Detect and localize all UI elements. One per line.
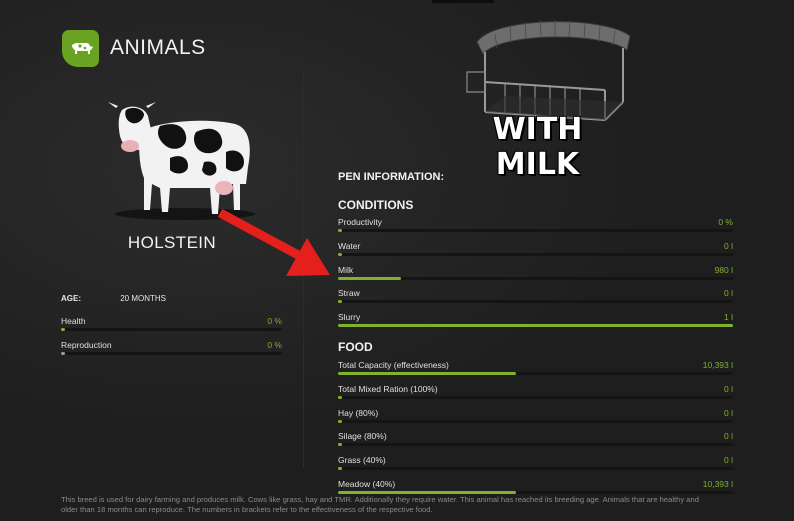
health-stat: Health 0 % bbox=[61, 316, 282, 340]
stat-label: Total Mixed Ration (100%) bbox=[338, 383, 438, 394]
stat-value: 0 % bbox=[718, 217, 733, 227]
stat-value: 0 l bbox=[724, 455, 733, 466]
progress-track bbox=[338, 395, 733, 399]
age-value: 20 MONTHS bbox=[120, 294, 167, 303]
progress-track bbox=[338, 229, 733, 232]
stat-value: 10,393 l bbox=[702, 478, 733, 489]
food-heading: FOOD bbox=[338, 340, 373, 354]
progress-fill bbox=[338, 443, 342, 447]
stat-value: 0 l bbox=[724, 240, 733, 251]
stat-value: 1 l bbox=[724, 312, 733, 323]
progress-fill bbox=[338, 490, 516, 494]
stat-label: Straw bbox=[338, 288, 360, 299]
progress-track bbox=[61, 328, 282, 331]
progress-track bbox=[338, 467, 733, 471]
stat-value: 0 l bbox=[724, 431, 733, 442]
stat-label: Productivity bbox=[338, 217, 382, 227]
progress-track bbox=[338, 419, 733, 423]
progress-fill bbox=[338, 395, 342, 399]
stat-value: 0 % bbox=[267, 340, 282, 350]
progress-track bbox=[61, 352, 282, 355]
productivity-stat: Productivity 0 % bbox=[338, 217, 733, 241]
stat-label: Reproduction bbox=[61, 340, 112, 350]
stat-value: 10,393 l bbox=[702, 360, 733, 370]
progress-fill bbox=[61, 352, 65, 355]
pen-title: WITH MILK bbox=[492, 112, 583, 182]
hay-stat: Hay (80%) 0 l bbox=[338, 408, 733, 432]
progress-fill bbox=[338, 324, 733, 328]
progress-track bbox=[338, 252, 733, 256]
animal-breed-name: HOLSTEIN bbox=[127, 233, 217, 252]
progress-fill bbox=[338, 252, 342, 256]
animal-stats: Health 0 % Reproduction 0 % bbox=[61, 316, 282, 364]
progress-track bbox=[338, 300, 733, 304]
stat-value: 0 l bbox=[724, 407, 733, 418]
progress-track bbox=[338, 490, 733, 494]
stat-value: 0 % bbox=[267, 316, 282, 326]
stat-label: Silage (80%) bbox=[338, 431, 387, 442]
cow-icon bbox=[62, 30, 99, 67]
progress-track bbox=[338, 276, 733, 280]
stat-value: 980 l bbox=[714, 264, 733, 275]
slurry-stat: Slurry 1 l bbox=[338, 312, 733, 336]
stat-value: 0 l bbox=[724, 288, 733, 299]
holstein-cow-image bbox=[108, 102, 255, 220]
progress-fill bbox=[338, 467, 342, 471]
top-tab-handle bbox=[432, 0, 494, 3]
grass-stat: Grass (40%) 0 l bbox=[338, 455, 733, 479]
age-row: AGE: 20 MONTHS bbox=[61, 294, 166, 303]
age-label: AGE: bbox=[61, 294, 81, 303]
progress-fill bbox=[338, 300, 342, 304]
stat-label: Total Capacity (effectiveness) bbox=[338, 360, 449, 370]
water-stat: Water 0 l bbox=[338, 241, 733, 265]
progress-fill bbox=[338, 419, 342, 423]
milk-stat: Milk 980 l bbox=[338, 265, 733, 289]
progress-fill bbox=[338, 276, 402, 280]
progress-fill bbox=[61, 328, 65, 331]
pen-information-heading: PEN INFORMATION: bbox=[338, 171, 445, 183]
stat-label: Water bbox=[338, 240, 361, 251]
straw-stat: Straw 0 l bbox=[338, 288, 733, 312]
stat-label: Health bbox=[61, 316, 86, 326]
stat-label: Meadow (40%) bbox=[338, 478, 396, 489]
total-capacity-stat: Total Capacity (effectiveness) 10,393 l bbox=[338, 360, 733, 384]
stat-label: Milk bbox=[338, 264, 354, 275]
page-title: ANIMALS bbox=[110, 36, 206, 59]
stat-value: 0 l bbox=[724, 383, 733, 394]
progress-track bbox=[338, 443, 733, 447]
conditions-heading: CONDITIONS bbox=[338, 198, 414, 212]
conditions-list: Productivity 0 % Water 0 l Milk 980 l St… bbox=[338, 217, 733, 336]
breed-description: This breed is used for dairy farming and… bbox=[61, 495, 699, 514]
progress-fill bbox=[338, 229, 342, 232]
progress-fill bbox=[338, 372, 516, 375]
progress-track bbox=[338, 324, 733, 328]
tmr-stat: Total Mixed Ration (100%) 0 l bbox=[338, 384, 733, 408]
silage-stat: Silage (80%) 0 l bbox=[338, 431, 733, 455]
stat-label: Slurry bbox=[338, 312, 361, 323]
stat-label: Grass (40%) bbox=[338, 455, 386, 466]
food-list: Total Capacity (effectiveness) 10,393 l … bbox=[338, 360, 733, 503]
column-divider bbox=[303, 72, 304, 468]
progress-track bbox=[338, 372, 733, 375]
reproduction-stat: Reproduction 0 % bbox=[61, 340, 282, 364]
stat-label: Hay (80%) bbox=[338, 407, 379, 418]
